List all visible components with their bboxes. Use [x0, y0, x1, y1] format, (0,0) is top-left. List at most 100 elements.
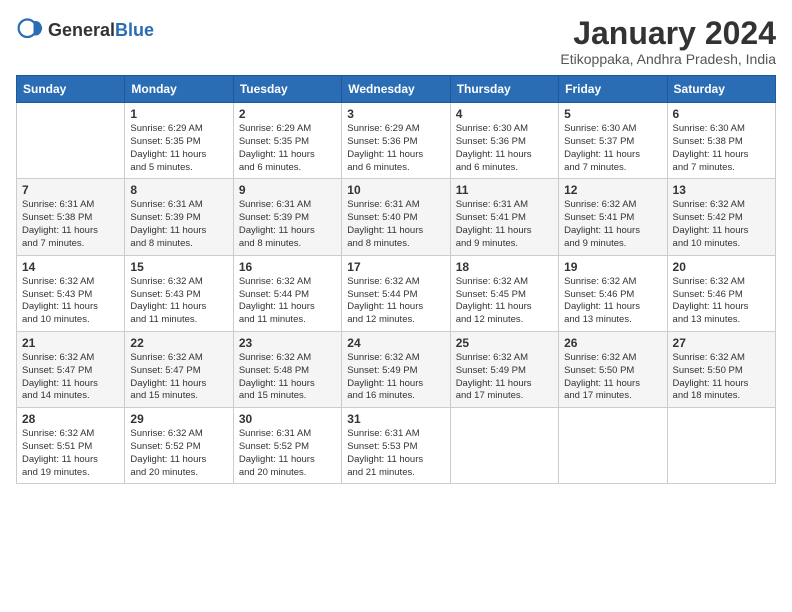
day-number: 17	[347, 260, 444, 274]
calendar-cell: 13 Sunrise: 6:32 AMSunset: 5:42 PMDayligh…	[667, 179, 775, 255]
day-of-week-header: Friday	[559, 76, 667, 103]
logo-icon	[16, 16, 44, 44]
day-number: 14	[22, 260, 119, 274]
day-info: Sunrise: 6:32 AMSunset: 5:43 PMDaylight:…	[130, 276, 227, 327]
calendar-week-row: 21 Sunrise: 6:32 AMSunset: 5:47 PMDayligh…	[17, 331, 776, 407]
calendar-week-row: 14 Sunrise: 6:32 AMSunset: 5:43 PMDayligh…	[17, 255, 776, 331]
day-info: Sunrise: 6:32 AMSunset: 5:45 PMDaylight:…	[456, 276, 553, 327]
page-header: GeneralBlue January 2024 Etikoppaka, And…	[16, 16, 776, 67]
day-info: Sunrise: 6:32 AMSunset: 5:47 PMDaylight:…	[130, 352, 227, 403]
calendar-cell	[667, 408, 775, 484]
day-of-week-header: Monday	[125, 76, 233, 103]
calendar-cell: 22 Sunrise: 6:32 AMSunset: 5:47 PMDayligh…	[125, 331, 233, 407]
day-info: Sunrise: 6:32 AMSunset: 5:43 PMDaylight:…	[22, 276, 119, 327]
day-info: Sunrise: 6:32 AMSunset: 5:46 PMDaylight:…	[564, 276, 661, 327]
day-info: Sunrise: 6:32 AMSunset: 5:44 PMDaylight:…	[239, 276, 336, 327]
day-of-week-header: Tuesday	[233, 76, 341, 103]
calendar-cell: 10Sunrise: 6:31 AMSunset: 5:40 PMDayligh…	[342, 179, 450, 255]
day-number: 8	[130, 183, 227, 197]
calendar-cell: 25 Sunrise: 6:32 AMSunset: 5:49 PMDayligh…	[450, 331, 558, 407]
day-info: Sunrise: 6:29 AMSunset: 5:36 PMDaylight:…	[347, 123, 444, 174]
calendar-cell: 18Sunrise: 6:32 AMSunset: 5:45 PMDayligh…	[450, 255, 558, 331]
calendar-cell: 11 Sunrise: 6:31 AMSunset: 5:41 PMDayligh…	[450, 179, 558, 255]
calendar-table: SundayMondayTuesdayWednesdayThursdayFrid…	[16, 75, 776, 484]
day-number: 11	[456, 183, 553, 197]
calendar-cell: 4Sunrise: 6:30 AMSunset: 5:36 PMDaylight…	[450, 103, 558, 179]
day-info: Sunrise: 6:32 AMSunset: 5:41 PMDaylight:…	[564, 199, 661, 250]
day-info: Sunrise: 6:31 AMSunset: 5:41 PMDaylight:…	[456, 199, 553, 250]
day-number: 29	[130, 412, 227, 426]
day-number: 21	[22, 336, 119, 350]
calendar-cell: 12Sunrise: 6:32 AMSunset: 5:41 PMDayligh…	[559, 179, 667, 255]
day-info: Sunrise: 6:29 AMSunset: 5:35 PMDaylight:…	[130, 123, 227, 174]
day-info: Sunrise: 6:31 AMSunset: 5:40 PMDaylight:…	[347, 199, 444, 250]
day-info: Sunrise: 6:32 AMSunset: 5:52 PMDaylight:…	[130, 428, 227, 479]
calendar-cell: 26Sunrise: 6:32 AMSunset: 5:50 PMDayligh…	[559, 331, 667, 407]
calendar-cell: 1 Sunrise: 6:29 AMSunset: 5:35 PMDaylight…	[125, 103, 233, 179]
day-of-week-header: Thursday	[450, 76, 558, 103]
day-number: 13	[673, 183, 770, 197]
day-info: Sunrise: 6:32 AMSunset: 5:47 PMDaylight:…	[22, 352, 119, 403]
calendar-week-row: 7 Sunrise: 6:31 AMSunset: 5:38 PMDaylight…	[17, 179, 776, 255]
calendar-cell: 24Sunrise: 6:32 AMSunset: 5:49 PMDayligh…	[342, 331, 450, 407]
calendar-cell: 8 Sunrise: 6:31 AMSunset: 5:39 PMDaylight…	[125, 179, 233, 255]
location-subtitle: Etikoppaka, Andhra Pradesh, India	[560, 51, 776, 67]
day-number: 16	[239, 260, 336, 274]
day-number: 28	[22, 412, 119, 426]
day-of-week-header: Sunday	[17, 76, 125, 103]
calendar-cell: 15 Sunrise: 6:32 AMSunset: 5:43 PMDayligh…	[125, 255, 233, 331]
day-info: Sunrise: 6:31 AMSunset: 5:39 PMDaylight:…	[130, 199, 227, 250]
day-number: 1	[130, 107, 227, 121]
day-number: 25	[456, 336, 553, 350]
calendar-cell: 21 Sunrise: 6:32 AMSunset: 5:47 PMDayligh…	[17, 331, 125, 407]
calendar-header-row: SundayMondayTuesdayWednesdayThursdayFrid…	[17, 76, 776, 103]
calendar-cell: 29 Sunrise: 6:32 AMSunset: 5:52 PMDayligh…	[125, 408, 233, 484]
day-number: 6	[673, 107, 770, 121]
calendar-cell: 2 Sunrise: 6:29 AMSunset: 5:35 PMDaylight…	[233, 103, 341, 179]
day-number: 31	[347, 412, 444, 426]
day-number: 15	[130, 260, 227, 274]
day-number: 23	[239, 336, 336, 350]
day-info: Sunrise: 6:30 AMSunset: 5:38 PMDaylight:…	[673, 123, 770, 174]
calendar-cell: 31 Sunrise: 6:31 AMSunset: 5:53 PMDayligh…	[342, 408, 450, 484]
day-info: Sunrise: 6:30 AMSunset: 5:37 PMDaylight:…	[564, 123, 661, 174]
day-info: Sunrise: 6:32 AMSunset: 5:42 PMDaylight:…	[673, 199, 770, 250]
day-info: Sunrise: 6:31 AMSunset: 5:53 PMDaylight:…	[347, 428, 444, 479]
day-info: Sunrise: 6:29 AMSunset: 5:35 PMDaylight:…	[239, 123, 336, 174]
calendar-cell: 27 Sunrise: 6:32 AMSunset: 5:50 PMDayligh…	[667, 331, 775, 407]
day-number: 26	[564, 336, 661, 350]
day-info: Sunrise: 6:32 AMSunset: 5:50 PMDaylight:…	[673, 352, 770, 403]
day-of-week-header: Saturday	[667, 76, 775, 103]
calendar-cell: 19 Sunrise: 6:32 AMSunset: 5:46 PMDayligh…	[559, 255, 667, 331]
day-number: 5	[564, 107, 661, 121]
title-block: January 2024 Etikoppaka, Andhra Pradesh,…	[560, 16, 776, 67]
day-number: 27	[673, 336, 770, 350]
calendar-cell: 16 Sunrise: 6:32 AMSunset: 5:44 PMDayligh…	[233, 255, 341, 331]
day-info: Sunrise: 6:31 AMSunset: 5:52 PMDaylight:…	[239, 428, 336, 479]
calendar-cell: 28 Sunrise: 6:32 AMSunset: 5:51 PMDayligh…	[17, 408, 125, 484]
day-number: 22	[130, 336, 227, 350]
calendar-cell: 14 Sunrise: 6:32 AMSunset: 5:43 PMDayligh…	[17, 255, 125, 331]
calendar-cell: 6 Sunrise: 6:30 AMSunset: 5:38 PMDaylight…	[667, 103, 775, 179]
day-info: Sunrise: 6:31 AMSunset: 5:39 PMDaylight:…	[239, 199, 336, 250]
day-number: 9	[239, 183, 336, 197]
day-info: Sunrise: 6:32 AMSunset: 5:44 PMDaylight:…	[347, 276, 444, 327]
day-number: 24	[347, 336, 444, 350]
calendar-cell: 3Sunrise: 6:29 AMSunset: 5:36 PMDaylight…	[342, 103, 450, 179]
day-of-week-header: Wednesday	[342, 76, 450, 103]
logo-text: GeneralBlue	[48, 20, 154, 41]
day-info: Sunrise: 6:32 AMSunset: 5:46 PMDaylight:…	[673, 276, 770, 327]
day-info: Sunrise: 6:32 AMSunset: 5:49 PMDaylight:…	[456, 352, 553, 403]
day-number: 7	[22, 183, 119, 197]
day-number: 20	[673, 260, 770, 274]
calendar-cell	[450, 408, 558, 484]
calendar-cell: 23Sunrise: 6:32 AMSunset: 5:48 PMDayligh…	[233, 331, 341, 407]
day-info: Sunrise: 6:31 AMSunset: 5:38 PMDaylight:…	[22, 199, 119, 250]
day-number: 2	[239, 107, 336, 121]
day-number: 30	[239, 412, 336, 426]
calendar-cell: 30 Sunrise: 6:31 AMSunset: 5:52 PMDayligh…	[233, 408, 341, 484]
day-info: Sunrise: 6:32 AMSunset: 5:51 PMDaylight:…	[22, 428, 119, 479]
calendar-cell: 5 Sunrise: 6:30 AMSunset: 5:37 PMDaylight…	[559, 103, 667, 179]
month-title: January 2024	[560, 16, 776, 51]
day-number: 19	[564, 260, 661, 274]
